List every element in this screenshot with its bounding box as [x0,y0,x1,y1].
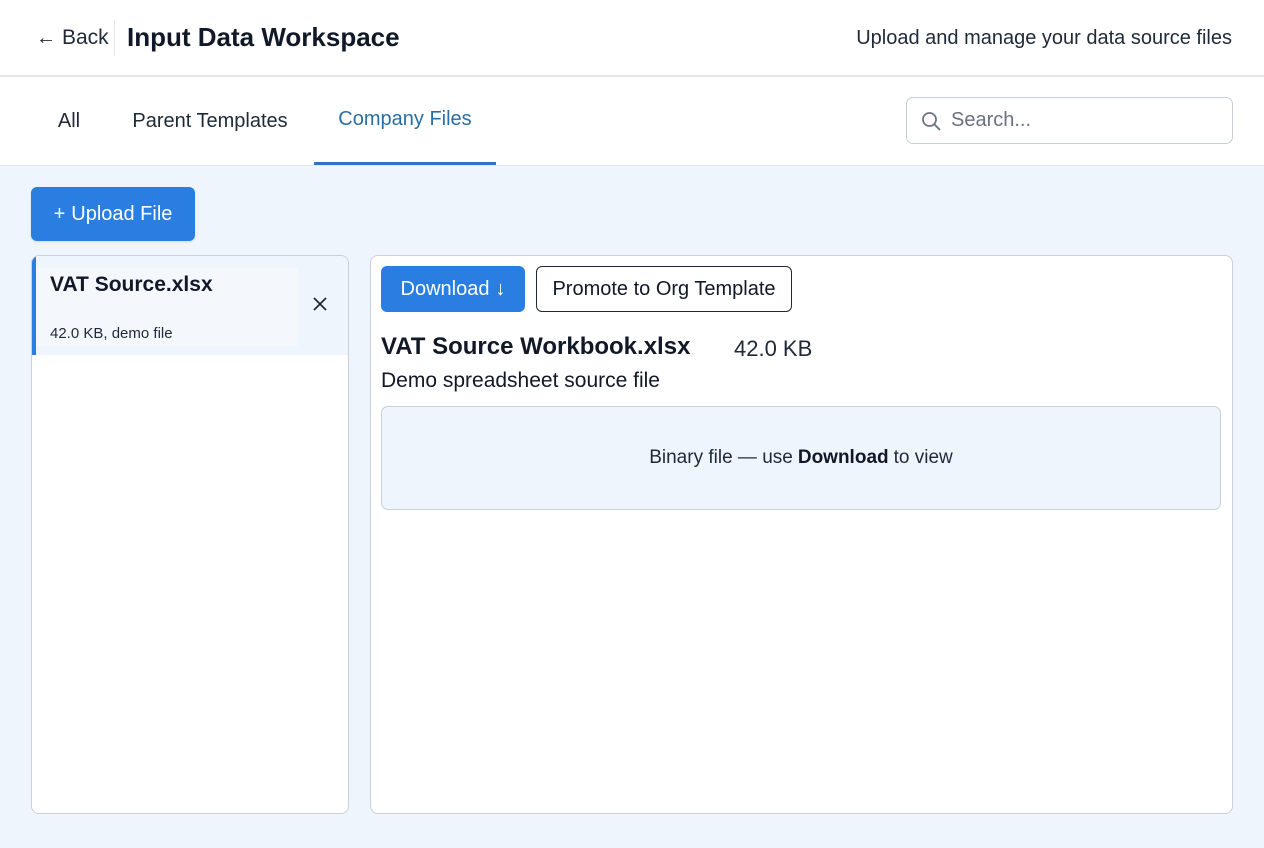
header: ← Back Input Data Workspace Upload and m… [0,0,1264,77]
header-divider [114,20,115,56]
promote-to-org-template-button[interactable]: Promote to Org Template [536,266,792,312]
file-preview: Binary file — use Download to view [381,406,1221,510]
plus-icon: + [53,202,66,225]
preview-suffix: to view [893,447,953,468]
file-detail-panel: Download ↓ Promote to Org Template VAT S… [370,255,1233,814]
download-button[interactable]: Download ↓ [381,266,525,312]
page-title: Input Data Workspace [127,22,400,52]
close-icon [313,297,327,311]
back-button[interactable]: ← Back [36,26,109,50]
upload-file-button[interactable]: + Upload File [31,187,195,241]
search-icon [922,111,941,130]
tab-bar: All Parent Templates Company Files [0,77,1264,166]
file-name: VAT Source.xlsx [50,273,213,296]
tab-all[interactable]: All [44,77,94,165]
download-label: Download [400,277,490,300]
search-input[interactable] [951,109,1221,132]
workspace: + Upload File VAT Source.xlsx 42.0 KB, d… [0,166,1264,848]
list-item[interactable]: VAT Source.xlsx 42.0 KB, demo file [32,256,348,355]
back-label: Back [62,26,109,49]
file-list: VAT Source.xlsx 42.0 KB, demo file [31,255,349,814]
preview-download-text: Download [797,447,889,468]
download-arrow-icon: ↓ [495,277,506,300]
page-subtitle: Upload and manage your data source files [856,27,1232,49]
back-arrow-icon: ← [36,26,56,49]
detail-file-name: VAT Source Workbook.xlsx [381,333,691,360]
remove-file-button[interactable] [308,292,332,316]
tab-parent-templates[interactable]: Parent Templates [118,77,302,165]
upload-file-label: Upload File [71,202,173,225]
search-box[interactable] [906,97,1233,144]
file-meta: 42.0 KB, demo file [50,325,173,342]
preview-prefix: Binary file — use [649,447,793,468]
detail-file-size: 42.0 KB [734,336,813,361]
tab-company-files[interactable]: Company Files [314,77,496,165]
detail-description: Demo spreadsheet source file [381,369,660,392]
